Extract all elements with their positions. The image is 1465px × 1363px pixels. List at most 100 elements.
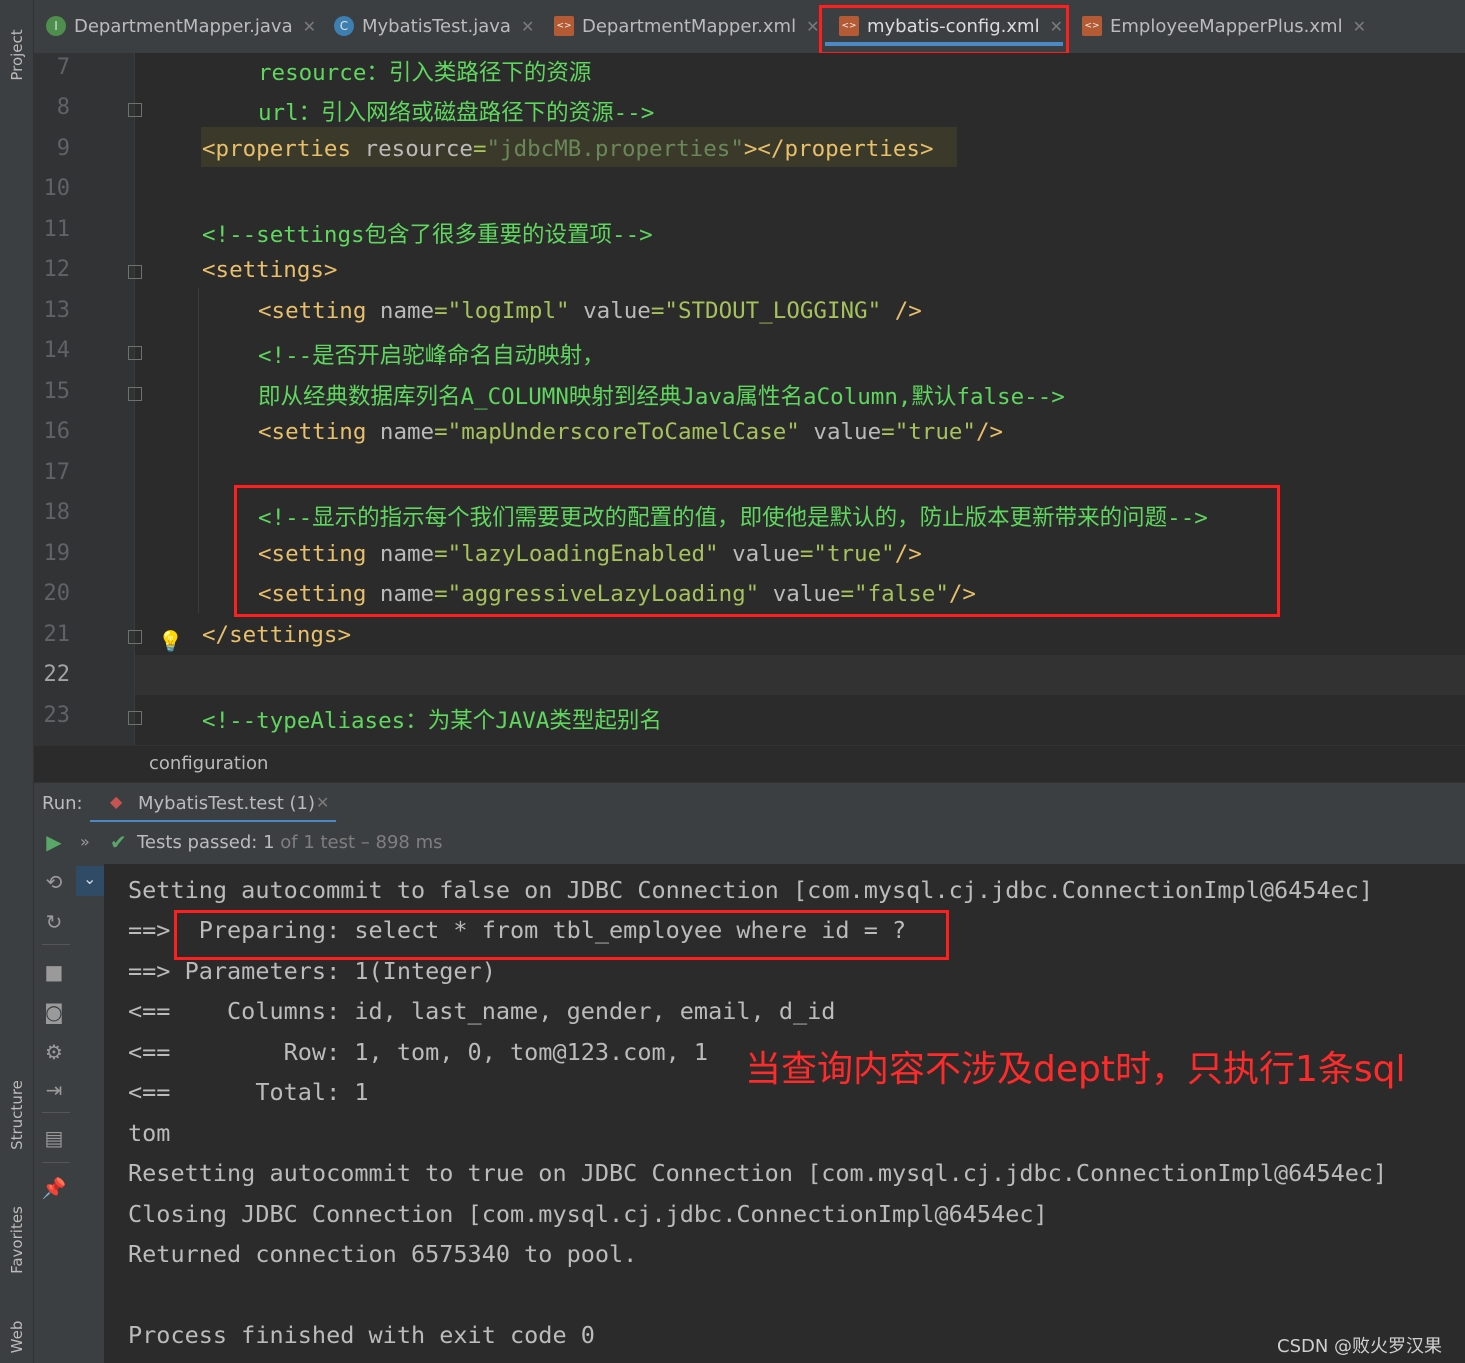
code-line-16: <setting name="mapUnderscoreToCamelCase"…	[258, 419, 1004, 445]
settings-icon[interactable]: ⚙	[34, 1040, 74, 1064]
line-number: 11	[43, 217, 71, 242]
xml-value: "jdbcMB.properties"	[486, 136, 744, 162]
current-line-highlight	[134, 655, 1465, 695]
stop-icon[interactable]: ■	[34, 960, 74, 984]
tab-label: DepartmentMapper.java	[74, 15, 293, 37]
left-tool-strip: Project Structure Favorites Web	[0, 0, 34, 1363]
line-number: 16	[43, 419, 71, 444]
close-icon[interactable]: ✕	[1353, 17, 1366, 36]
xml-value: "true"	[894, 419, 976, 445]
tab-department-mapper-java[interactable]: I DepartmentMapper.java ✕	[46, 0, 316, 52]
xml-tag: <setting	[258, 419, 367, 445]
xml-tag: />	[975, 419, 1004, 445]
check-icon: ✔	[110, 830, 127, 854]
fold-marker-icon[interactable]	[128, 346, 142, 360]
console-line: Resetting autocommit to true on JDBC Con…	[128, 1159, 1388, 1187]
console-line: Returned connection 6575340 to pool.	[128, 1240, 638, 1268]
close-icon[interactable]: ✕	[316, 793, 329, 812]
console-line: Closing JDBC Connection [com.mysql.cj.jd…	[128, 1200, 1048, 1228]
structure-tool-label: Structure	[7, 1080, 26, 1150]
expand-icon[interactable]: ⌄	[76, 866, 104, 896]
close-icon[interactable]: ✕	[521, 17, 534, 36]
code-line-7: resource：引入类路径下的资源	[258, 60, 592, 86]
code-line-12: <settings>	[202, 257, 338, 283]
structure-tool-button[interactable]: Structure	[0, 1060, 33, 1170]
web-tool-button[interactable]: Web	[0, 1310, 33, 1363]
console-line: <== Row: 1, tom, 0, tom@123.com, 1	[128, 1038, 709, 1066]
close-icon[interactable]: ✕	[806, 17, 819, 36]
code-editor[interactable]: 7 8 9 10 11 12 13 14 15 16 17 18 19 20 2…	[34, 53, 1465, 745]
line-number: 8	[56, 95, 70, 120]
line-number: 23	[43, 703, 71, 728]
run-config-icon: ◆	[110, 792, 123, 811]
code-line-13: <setting name="logImpl" value="STDOUT_LO…	[258, 298, 922, 324]
tab-highlight-box	[819, 5, 1069, 55]
fold-marker-icon[interactable]	[128, 711, 142, 725]
tab-mybatis-test-java[interactable]: C MybatisTest.java ✕	[334, 0, 534, 52]
indent-guide	[198, 288, 199, 613]
layout-icon[interactable]: ▤	[34, 1126, 74, 1150]
breadcrumb: configuration	[34, 745, 1465, 782]
import-icon[interactable]: ⇥	[34, 1078, 74, 1102]
fold-marker-icon[interactable]	[128, 387, 142, 401]
toolbar-divider	[42, 944, 70, 945]
xml-value: "mapUnderscoreToCamelCase"	[447, 419, 800, 445]
toolbar-divider	[42, 1162, 70, 1163]
tests-status-bar: » ✔ Tests passed: 1 of 1 test – 898 ms	[80, 822, 1465, 865]
xml-value: "logImpl"	[447, 298, 570, 324]
settings-highlight-box	[234, 485, 1280, 617]
camera-icon[interactable]: ◙	[34, 1000, 74, 1024]
run-panel-header: Run: ◆ MybatisTest.test (1) ✕	[34, 782, 1465, 823]
line-number: 7	[56, 55, 70, 80]
pin-icon[interactable]: 📌	[34, 1176, 74, 1200]
console-line: ==> Parameters: 1(Integer)	[128, 957, 496, 985]
project-tool-button[interactable]: Project	[0, 10, 33, 100]
line-number: 13	[43, 298, 71, 323]
line-number: 15	[43, 379, 71, 404]
xml-tag: />	[881, 298, 922, 324]
tab-label: MybatisTest.java	[362, 15, 511, 37]
xml-attr: resource	[351, 136, 473, 162]
annotation-text: 当查询内容不涉及dept时，只执行1条sql	[745, 1049, 1406, 1090]
line-number: 20	[43, 581, 71, 606]
class-icon: C	[334, 16, 354, 36]
favorites-tool-label: Favorites	[7, 1206, 26, 1274]
xml-value: "STDOUT_LOGGING"	[664, 298, 882, 324]
close-icon[interactable]: ✕	[303, 17, 316, 36]
console-line: Setting autocommit to false on JDBC Conn…	[128, 876, 1374, 904]
run-label: Run:	[42, 793, 83, 814]
line-number: 14	[43, 338, 71, 363]
tab-label: DepartmentMapper.xml	[582, 15, 797, 37]
lightbulb-icon[interactable]: 💡	[158, 629, 183, 653]
rerun-failed-icon[interactable]: ⟲	[34, 870, 74, 894]
run-tab-label: MybatisTest.test (1)	[138, 793, 316, 814]
rerun-icon[interactable]: ▶	[34, 830, 74, 854]
line-number: 18	[43, 500, 71, 525]
code-line-23: <!--typeAliases：为某个JAVA类型起别名	[202, 708, 662, 734]
fold-marker-icon[interactable]	[128, 265, 142, 279]
tab-employee-mapper-plus-xml[interactable]: <> EmployeeMapperPlus.xml ✕	[1082, 0, 1366, 52]
xml-eq: =	[472, 136, 487, 162]
breadcrumb-item[interactable]: configuration	[149, 753, 268, 774]
xml-attr: value	[799, 419, 882, 445]
toolbar-divider	[42, 1112, 70, 1113]
line-number: 19	[43, 541, 71, 566]
watermark: CSDN @败火罗汉果	[1277, 1336, 1443, 1357]
code-line-11: <!--settings包含了很多重要的设置项-->	[202, 222, 653, 248]
line-number: 9	[56, 136, 70, 161]
toggle-auto-test-icon[interactable]: ↻	[34, 910, 74, 934]
favorites-tool-button[interactable]: Favorites	[0, 1190, 33, 1290]
console-line: tom	[128, 1119, 171, 1147]
line-number: 10	[43, 176, 71, 201]
fold-marker-icon[interactable]	[128, 630, 142, 644]
chevron-right-icon[interactable]: »	[80, 832, 90, 851]
tab-department-mapper-xml[interactable]: <> DepartmentMapper.xml ✕	[554, 0, 819, 52]
run-tab[interactable]: ◆ MybatisTest.test (1) ✕	[90, 783, 336, 823]
line-number-current: 22	[43, 662, 71, 687]
fold-marker-icon[interactable]	[128, 103, 142, 117]
code-line-9: <properties resource="jdbcMB.properties"…	[202, 136, 934, 162]
run-toolbar: ▶ ⟲ ↻ ■ ◙ ⚙ ⇥ ▤ 📌 ⌄	[34, 822, 104, 1363]
tests-passed-text: Tests passed: 1 of 1 test – 898 ms	[137, 832, 443, 853]
line-number: 21	[43, 622, 71, 647]
console-line: <== Columns: id, last_name, gender, emai…	[128, 997, 836, 1025]
